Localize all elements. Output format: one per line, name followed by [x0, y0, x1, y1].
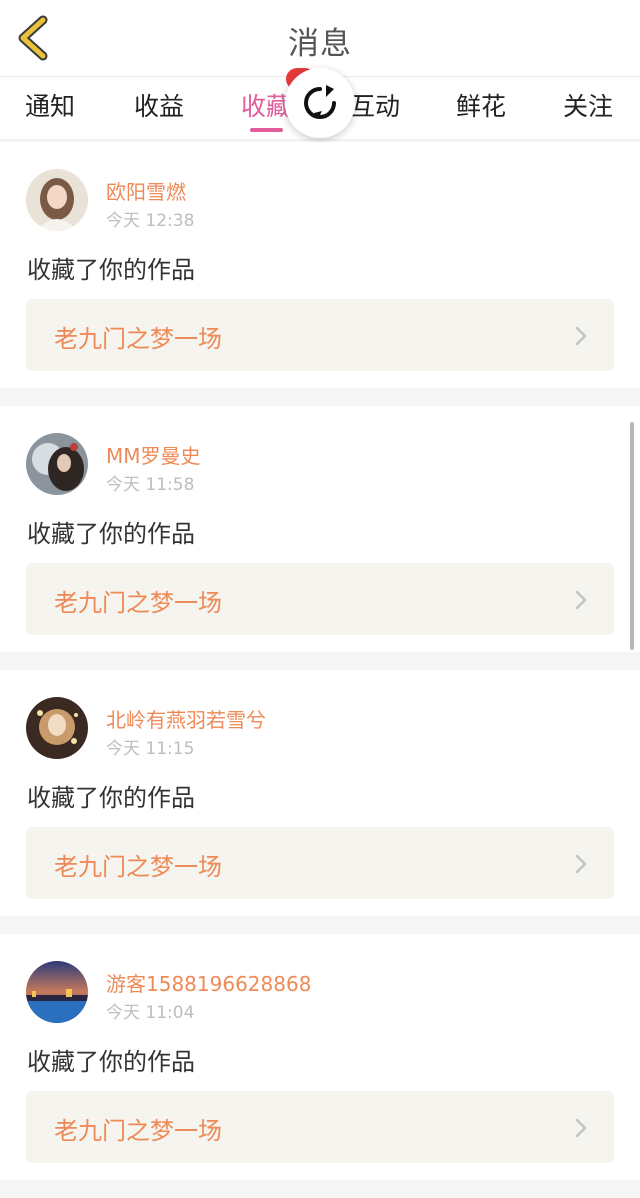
work-title: 老九门之梦一场 [54, 589, 222, 617]
avatar[interactable] [26, 169, 88, 231]
top-bar: 消息 [0, 0, 640, 77]
username[interactable]: 游客1588196628868 [106, 968, 311, 997]
avatar[interactable] [26, 961, 88, 1023]
page-title: 消息 [288, 26, 352, 62]
refresh-icon [304, 85, 336, 119]
tab-notice[interactable]: 通知 [25, 87, 75, 123]
tab-earnings[interactable]: 收益 [134, 87, 184, 123]
chevron-right-icon [575, 326, 587, 346]
action-text: 收藏了你的作品 [27, 1048, 195, 1076]
refresh-button[interactable] [285, 68, 355, 138]
tab-flowers[interactable]: 鲜花 [456, 87, 506, 123]
timestamp: 今天 11:15 [106, 739, 195, 759]
avatar[interactable] [26, 697, 88, 759]
avatar[interactable] [26, 433, 88, 495]
work-link[interactable]: 老九门之梦一场 [26, 299, 614, 371]
timestamp: 今天 11:58 [106, 475, 195, 495]
message-card: 游客1588196628868 今天 11:04 收藏了你的作品 老九门之梦一场 [0, 934, 640, 1180]
chevron-right-icon [575, 1118, 587, 1138]
chevron-right-icon [575, 854, 587, 874]
action-text: 收藏了你的作品 [27, 256, 195, 284]
timestamp: 今天 11:04 [106, 1003, 195, 1023]
message-card: 北岭有燕羽若雪兮 今天 11:15 收藏了你的作品 老九门之梦一场 [0, 670, 640, 916]
work-link[interactable]: 老九门之梦一场 [26, 563, 614, 635]
tab-interaction[interactable]: 互动 [350, 87, 400, 123]
timestamp: 今天 12:38 [106, 211, 195, 231]
username[interactable]: MM罗曼史 [106, 440, 201, 469]
action-text: 收藏了你的作品 [27, 520, 195, 548]
chevron-right-icon [575, 590, 587, 610]
username[interactable]: 北岭有燕羽若雪兮 [106, 704, 266, 733]
messages-screen: 消息 通知 收益 收藏 互动 鲜花 关注 欧阳雪燃 今天 12:38 收藏了你的… [0, 0, 640, 1198]
active-tab-indicator [250, 128, 283, 132]
work-link[interactable]: 老九门之梦一场 [26, 827, 614, 899]
message-card: MM罗曼史 今天 11:58 收藏了你的作品 老九门之梦一场 [0, 406, 640, 652]
work-title: 老九门之梦一场 [54, 325, 222, 353]
work-link[interactable]: 老九门之梦一场 [26, 1091, 614, 1163]
tab-follow[interactable]: 关注 [563, 87, 613, 123]
action-text: 收藏了你的作品 [27, 784, 195, 812]
message-card: 欧阳雪燃 今天 12:38 收藏了你的作品 老九门之梦一场 [0, 142, 640, 388]
work-title: 老九门之梦一场 [54, 853, 222, 881]
scrollbar[interactable] [630, 422, 634, 650]
username[interactable]: 欧阳雪燃 [106, 176, 186, 205]
tab-favorites[interactable]: 收藏 [241, 87, 291, 123]
work-title: 老九门之梦一场 [54, 1117, 222, 1145]
